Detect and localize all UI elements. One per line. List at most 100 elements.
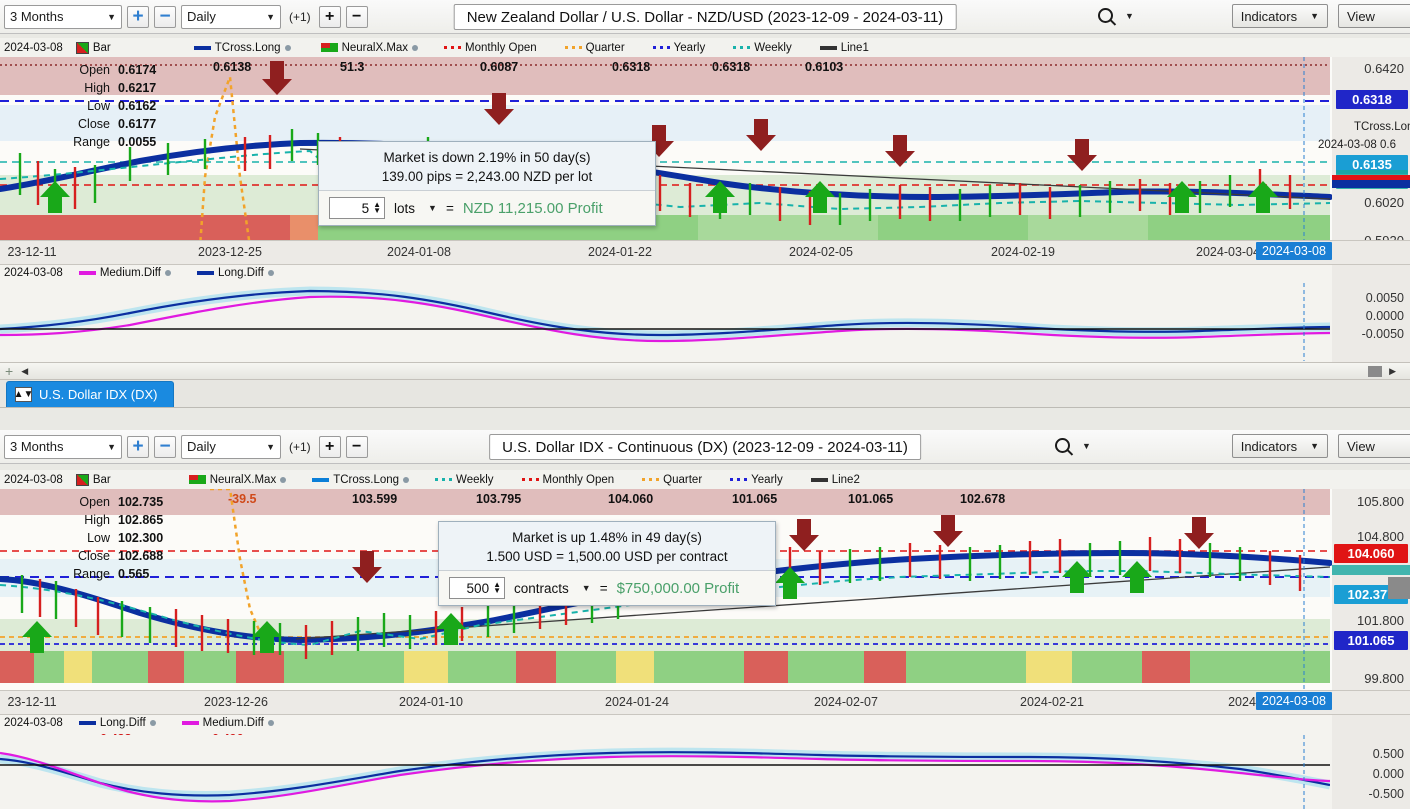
legend-item-line2-2[interactable]: Line2 (832, 474, 860, 486)
chart1-oscillator-panel[interactable]: 2024-03-08 Medium.Diff Long.Diff 0.0028 … (0, 264, 1410, 363)
legend-dot-icon[interactable] (267, 270, 274, 276)
ohlc2-close-label: Close (78, 549, 110, 563)
chart2-y-scroll-thumb[interactable] (1388, 577, 1410, 599)
chart1-lot-stepper[interactable]: 5 ▲ ▼ (329, 197, 385, 219)
scroll-thumb[interactable] (1368, 365, 1382, 377)
symbol-title-1[interactable]: New Zealand Dollar / U.S. Dollar - NZD/U… (453, 4, 957, 30)
osc1-series-1-label[interactable]: Long.Diff (218, 267, 264, 279)
chart-icon: ▲▼ (13, 387, 34, 402)
legend-dot-icon[interactable] (403, 476, 410, 483)
osc2-series-0-label[interactable]: Long.Diff (100, 717, 146, 729)
interval-select-2[interactable]: Daily ▼ (181, 434, 281, 459)
line-icon (819, 45, 837, 50)
stepper-arrows-icon[interactable]: ▲ ▼ (373, 201, 381, 215)
range-plus-button-1[interactable]: + (127, 5, 149, 28)
legend-item-neuralx-1[interactable]: NeuralX.Max (342, 42, 408, 54)
chart2-equals-sign: = (599, 580, 608, 596)
chevron-down-icon: ▼ (107, 11, 116, 22)
chart2-unit-select[interactable]: contracts ▼ (514, 581, 591, 596)
offset-minus-button-2[interactable]: − (345, 435, 368, 458)
legend2-value-yearly: 101.065 (848, 492, 894, 506)
legend-dot-icon[interactable] (267, 720, 274, 726)
ohlc2-high-label: High (84, 513, 110, 527)
indicators-button-1[interactable]: Indicators ▼ (1231, 4, 1328, 28)
chart1-unit-select[interactable]: lots ▼ (394, 201, 437, 216)
chart2-plot-area[interactable]: Open 102.735 High 102.865 Low 102.300 Close… (0, 489, 1410, 690)
chevron-down-icon: ▼ (581, 583, 591, 593)
interval-select-1[interactable]: Daily ▼ (181, 4, 281, 29)
range-select-2[interactable]: 3 Months ▼ (4, 434, 122, 459)
legend-item-yearly-2[interactable]: Yearly (751, 474, 783, 486)
legend-item-quarter-2[interactable]: Quarter (663, 474, 702, 486)
ohlc1-open-label: Open (79, 63, 110, 77)
chart1-plot-area[interactable]: Open 0.6174 High 0.6217 Low 0.6162 Close 0.6… (0, 57, 1410, 240)
view-button-1[interactable]: View (1338, 4, 1410, 28)
scroll-left-icon[interactable]: ◀ (21, 366, 28, 377)
legend-item-tcross-2[interactable]: TCross.Long (333, 474, 399, 486)
legend-item-weekly-1[interactable]: Weekly (754, 42, 792, 54)
osc1-series-0-label[interactable]: Medium.Diff (100, 267, 161, 279)
symbol-title-2[interactable]: U.S. Dollar IDX - Continuous (DX) (2023-… (489, 434, 921, 460)
chart2-contract-value: 500 (466, 580, 490, 596)
dash-icon (642, 478, 660, 481)
offset-plus-button-2[interactable]: + (318, 435, 341, 458)
ypill2-yearly: 101.065 (1334, 631, 1408, 650)
dash-icon (730, 478, 748, 481)
offset-minus-label-1: − (352, 7, 362, 25)
chevron-down-icon[interactable]: ▼ (1125, 11, 1134, 21)
offset-minus-button-1[interactable]: − (345, 5, 368, 28)
chart2-unit-label: contracts (514, 580, 569, 596)
range-plus-button-2[interactable]: + (127, 435, 149, 458)
ohlc1-close-label: Close (78, 117, 110, 131)
ohlc1-range-value: 0.0055 (118, 135, 157, 149)
chart1-profit-tooltip[interactable]: Market is down 2.19% in 50 day(s) 139.00… (318, 141, 656, 226)
range-select-1[interactable]: 3 Months ▼ (4, 4, 122, 29)
legend-dot-icon[interactable] (284, 44, 291, 51)
chart1-x-axis[interactable]: 23-12-11 2023-12-25 2024-01-08 2024-01-2… (0, 240, 1410, 264)
legend-dot-icon[interactable] (280, 476, 287, 483)
search-icon[interactable] (1098, 8, 1113, 23)
search-icon[interactable] (1055, 438, 1070, 453)
chevron-down-icon: ▼ (266, 441, 275, 452)
indicators-button-2[interactable]: Indicators ▼ (1231, 434, 1328, 458)
panel-splitter-bar[interactable]: + ◀ ▶ (0, 362, 1410, 380)
search-control-2[interactable]: ▼ (1055, 438, 1091, 453)
legend-item-line1-1[interactable]: Line1 (841, 42, 869, 54)
chart2-oscillator-panel[interactable]: 2024-03-08 Long.Diff Medium.Diff -0.438 … (0, 714, 1410, 809)
ohlc2-open-label: Open (79, 495, 110, 509)
legend-item-weekly-2[interactable]: Weekly (456, 474, 494, 486)
range-minus-button-2[interactable]: − (154, 435, 176, 458)
legend-item-quarter-1[interactable]: Quarter (586, 42, 625, 54)
neural-icon (320, 43, 338, 52)
osc2-ytick-1: 0.000 (1372, 767, 1404, 781)
ytick1-1: 0.6020 (1364, 195, 1404, 210)
view-button-2[interactable]: View (1338, 434, 1410, 458)
legend-item-bar-2[interactable]: Bar (93, 474, 111, 486)
legend-item-yearly-1[interactable]: Yearly (674, 42, 706, 54)
range-minus-button-1[interactable]: − (154, 5, 176, 28)
stepper-arrows-icon[interactable]: ▲ ▼ (493, 581, 501, 595)
ypill2-monthly-open: 104.060 (1334, 544, 1408, 563)
chart2-x-axis[interactable]: 23-12-11 2023-12-26 2024-01-10 2024-01-2… (0, 690, 1410, 714)
tab-us-dollar-idx[interactable]: ▲▼ U.S. Dollar IDX (DX) (6, 381, 175, 407)
legend-dot-icon[interactable] (412, 44, 419, 51)
legend-dot-icon[interactable] (149, 720, 156, 726)
chart1-y-axis[interactable]: 0.6420 0.6318 TCross.Lon 2024-03-08 0.6 … (1318, 57, 1410, 240)
legend-item-monthly-open-2[interactable]: Monthly Open (543, 474, 615, 486)
ohlc1-low-value: 0.6162 (118, 99, 157, 113)
xtick1-2: 2024-01-08 (387, 245, 451, 259)
chart2-profit-tooltip[interactable]: Market is up 1.48% in 49 day(s) 1.500 US… (438, 521, 776, 606)
add-panel-icon[interactable]: + (5, 363, 13, 379)
chart2-contract-stepper[interactable]: 500 ▲ ▼ (449, 577, 505, 599)
legend-item-bar-1[interactable]: Bar (93, 42, 111, 54)
legend-item-tcross-1[interactable]: TCross.Long (215, 42, 281, 54)
chevron-down-icon[interactable]: ▼ (1082, 441, 1091, 451)
scroll-right-icon[interactable]: ▶ (1389, 366, 1396, 377)
legend-item-monthly-open-1[interactable]: Monthly Open (465, 42, 537, 54)
offset-plus-button-1[interactable]: + (318, 5, 341, 28)
search-control-1[interactable]: ▼ (1098, 8, 1134, 23)
legend-dot-icon[interactable] (164, 270, 171, 276)
osc2-series-1-label[interactable]: Medium.Diff (203, 717, 264, 729)
offset-plus-label-1: + (325, 7, 335, 25)
legend-item-neuralx-2[interactable]: NeuralX.Max (210, 474, 276, 486)
